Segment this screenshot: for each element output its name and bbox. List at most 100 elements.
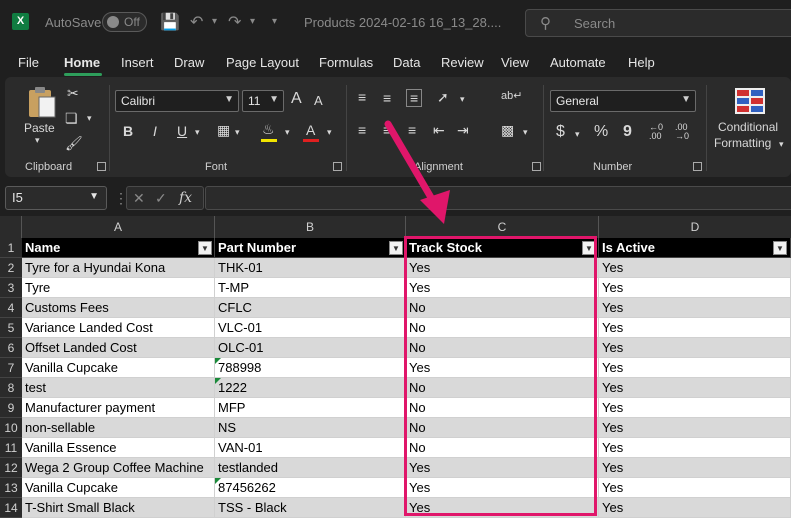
- cell-is-active[interactable]: Yes: [599, 298, 791, 318]
- align-left-icon[interactable]: ≡: [358, 122, 366, 138]
- row-number[interactable]: 5: [0, 318, 22, 338]
- cell-name[interactable]: Tyre: [22, 278, 215, 298]
- redo-icon[interactable]: ↷: [228, 12, 241, 32]
- cell-is-active[interactable]: Yes: [599, 418, 791, 438]
- row-number[interactable]: 3: [0, 278, 22, 298]
- conditional-formatting-label[interactable]: Conditional: [718, 120, 778, 134]
- orientation-icon[interactable]: ➚: [437, 89, 449, 106]
- save-icon[interactable]: 💾: [160, 12, 180, 32]
- row-number[interactable]: 11: [0, 438, 22, 458]
- row-number[interactable]: 12: [0, 458, 22, 478]
- cell-name[interactable]: Tyre for a Hyundai Kona: [22, 258, 215, 278]
- decrease-decimal-icon[interactable]: .00 →0: [675, 123, 689, 141]
- comma-style-icon[interactable]: 9: [623, 123, 632, 141]
- underline-dropdown-icon[interactable]: ▾: [195, 127, 200, 138]
- tab-draw[interactable]: Draw: [174, 55, 204, 70]
- merge-dropdown-icon[interactable]: ▾: [523, 127, 528, 138]
- cell-name[interactable]: Vanilla Cupcake: [22, 358, 215, 378]
- tab-review[interactable]: Review: [441, 55, 484, 70]
- cell-part-number[interactable]: testlanded: [215, 458, 406, 478]
- row-number[interactable]: 13: [0, 478, 22, 498]
- number-format-dropdown[interactable]: General ▼: [550, 90, 696, 112]
- cell-is-active[interactable]: Yes: [599, 478, 791, 498]
- filter-dropdown-icon[interactable]: ▼: [773, 241, 787, 255]
- bold-button[interactable]: B: [123, 123, 133, 139]
- borders-icon[interactable]: ▦: [217, 122, 230, 139]
- row-number[interactable]: 1: [0, 238, 22, 258]
- formula-input[interactable]: [205, 186, 791, 210]
- cell-part-number[interactable]: NS: [215, 418, 406, 438]
- paste-label[interactable]: Paste: [24, 121, 55, 135]
- cell-part-number[interactable]: 1222: [215, 378, 406, 398]
- cell-part-number[interactable]: OLC-01: [215, 338, 406, 358]
- wrap-text-icon[interactable]: ab↵: [501, 89, 522, 102]
- row-number[interactable]: 9: [0, 398, 22, 418]
- row-number[interactable]: 10: [0, 418, 22, 438]
- cut-icon[interactable]: ✂: [67, 85, 79, 102]
- cell-name[interactable]: Customs Fees: [22, 298, 215, 318]
- undo-icon[interactable]: ↶: [190, 12, 203, 32]
- tab-page-layout[interactable]: Page Layout: [226, 55, 299, 70]
- conditional-formatting-label-line2[interactable]: Formatting: [714, 136, 771, 150]
- cell-is-active[interactable]: Yes: [599, 498, 791, 518]
- middle-align-icon[interactable]: ≡: [383, 90, 391, 106]
- cell-part-number[interactable]: TSS - Black: [215, 498, 406, 518]
- top-align-icon[interactable]: ≡: [358, 89, 366, 105]
- cell-part-number[interactable]: 788998: [215, 358, 406, 378]
- enter-icon[interactable]: ✓: [155, 190, 167, 207]
- font-launcher-icon[interactable]: [333, 162, 342, 171]
- cell-part-number[interactable]: THK-01: [215, 258, 406, 278]
- row-number[interactable]: 7: [0, 358, 22, 378]
- cell-is-active[interactable]: Yes: [599, 438, 791, 458]
- cell-name[interactable]: Offset Landed Cost: [22, 338, 215, 358]
- fill-color-icon[interactable]: ♨: [262, 121, 275, 138]
- redo-dropdown-icon[interactable]: ▾: [250, 16, 255, 27]
- search-box[interactable]: ⚲ Search: [525, 9, 791, 37]
- cancel-icon[interactable]: ✕: [133, 190, 145, 207]
- row-number[interactable]: 4: [0, 298, 22, 318]
- alignment-launcher-icon[interactable]: [532, 162, 541, 171]
- bottom-align-icon[interactable]: ≡: [406, 89, 423, 107]
- currency-icon[interactable]: $: [556, 123, 565, 141]
- font-color-icon[interactable]: A: [306, 122, 315, 138]
- tab-home[interactable]: Home: [64, 55, 100, 70]
- tab-formulas[interactable]: Formulas: [319, 55, 373, 70]
- undo-dropdown-icon[interactable]: ▾: [212, 16, 217, 27]
- cell-is-active[interactable]: Yes: [599, 258, 791, 278]
- cell-name[interactable]: T-Shirt Small Black: [22, 498, 215, 518]
- number-launcher-icon[interactable]: [693, 162, 702, 171]
- tab-file[interactable]: File: [18, 55, 39, 70]
- cell-is-active[interactable]: Yes: [599, 338, 791, 358]
- orientation-dropdown-icon[interactable]: ▾: [460, 94, 465, 105]
- cell-name[interactable]: Manufacturer payment: [22, 398, 215, 418]
- font-size-dropdown[interactable]: 11 ▼: [242, 90, 284, 112]
- row-number[interactable]: 2: [0, 258, 22, 278]
- cell-name[interactable]: non-sellable: [22, 418, 215, 438]
- cell-is-active[interactable]: Yes: [599, 318, 791, 338]
- underline-button[interactable]: U: [177, 123, 187, 139]
- tab-insert[interactable]: Insert: [121, 55, 154, 70]
- merge-center-icon[interactable]: ▩: [501, 122, 514, 139]
- cell-name[interactable]: test: [22, 378, 215, 398]
- fill-color-dropdown-icon[interactable]: ▾: [285, 127, 290, 138]
- cell-is-active[interactable]: Yes: [599, 458, 791, 478]
- paste-icon[interactable]: [27, 85, 57, 119]
- filter-dropdown-icon[interactable]: ▼: [198, 241, 212, 255]
- cell-is-active[interactable]: Yes: [599, 358, 791, 378]
- column-header-a[interactable]: A: [22, 216, 215, 238]
- customize-qat-icon[interactable]: ▾: [272, 16, 277, 27]
- select-all-corner[interactable]: [0, 216, 22, 238]
- cell-name[interactable]: Vanilla Essence: [22, 438, 215, 458]
- percent-icon[interactable]: %: [594, 123, 608, 141]
- clipboard-launcher-icon[interactable]: [97, 162, 106, 171]
- cell-part-number[interactable]: VLC-01: [215, 318, 406, 338]
- shrink-font-icon[interactable]: A: [314, 93, 323, 108]
- tab-view[interactable]: View: [501, 55, 529, 70]
- format-painter-icon[interactable]: 🖌: [65, 135, 83, 152]
- tab-automate[interactable]: Automate: [550, 55, 606, 70]
- cell-name[interactable]: Wega 2 Group Coffee Machine: [22, 458, 215, 478]
- insert-function-icon[interactable]: fx: [179, 190, 192, 206]
- cell-name[interactable]: Vanilla Cupcake: [22, 478, 215, 498]
- conditional-formatting-dropdown-icon[interactable]: ▾: [779, 139, 784, 150]
- conditional-formatting-icon[interactable]: [735, 88, 765, 114]
